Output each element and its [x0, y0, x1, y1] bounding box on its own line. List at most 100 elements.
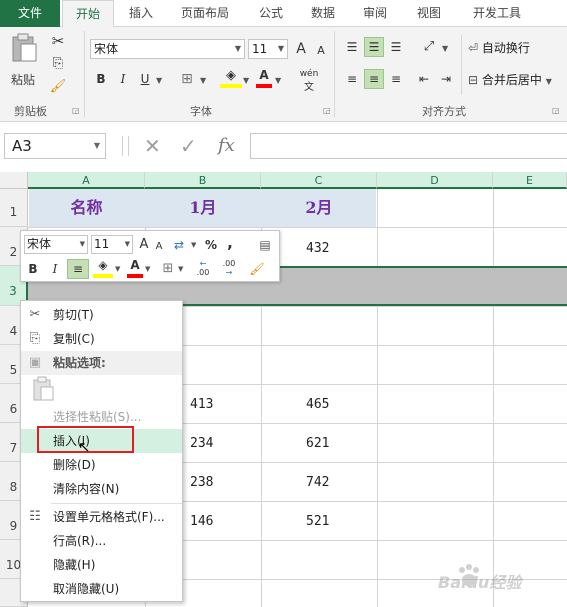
menu-item-hide[interactable]: 隐藏(H) [21, 553, 182, 577]
column-header-e[interactable]: E [493, 172, 567, 189]
tab-file[interactable]: 文件 [0, 0, 60, 27]
paste-option-icon[interactable] [32, 376, 54, 402]
format-painter-icon[interactable]: 🖌 [48, 77, 68, 97]
grid-line [377, 189, 378, 607]
chevron-down-icon[interactable]: ▼ [200, 76, 206, 85]
menu-item-delete[interactable]: 删除(D) [21, 453, 182, 477]
cell-c8[interactable]: 742 [306, 473, 329, 493]
chevron-down-icon[interactable]: ▼ [145, 265, 150, 273]
font-size-select[interactable]: 11 ▼ [248, 39, 288, 59]
bold-button[interactable]: B [92, 69, 110, 89]
underline-button[interactable]: U [136, 69, 154, 89]
decrease-indent-icon[interactable]: ⇤ [414, 69, 434, 89]
cell-b8[interactable]: 238 [190, 473, 213, 493]
align-bottom-icon[interactable]: ☰ [386, 37, 406, 57]
mini-shrink-font-button[interactable]: A [153, 237, 165, 257]
column-header-c[interactable]: C [261, 172, 377, 189]
mini-bold-button[interactable]: B [25, 259, 41, 279]
mini-font-name-select[interactable]: 宋体 ▼ [24, 235, 88, 254]
cell-b9[interactable]: 146 [190, 512, 213, 532]
orientation-icon[interactable]: ⤢ [418, 37, 440, 57]
cell-a1[interactable]: 名称 [28, 189, 145, 227]
cut-icon[interactable]: ✂ [48, 31, 68, 51]
cell-b6[interactable]: 413 [190, 395, 213, 415]
mini-borders-icon[interactable]: ⊞ [159, 259, 177, 279]
grow-font-button[interactable]: A [293, 39, 309, 59]
fill-color-icon[interactable]: ◈ [220, 67, 242, 88]
menu-item-clear-contents[interactable]: 清除内容(N) [21, 477, 182, 501]
mini-font-color-button[interactable]: A [127, 257, 143, 278]
font-color-button[interactable]: A [256, 67, 272, 88]
tab-page-layout[interactable]: 页面布局 [170, 0, 240, 27]
increase-indent-icon[interactable]: ⇥ [436, 69, 456, 89]
align-center-icon[interactable]: ≡ [364, 69, 384, 89]
increase-decimal-button[interactable]: ← .00 [191, 259, 215, 279]
borders-icon[interactable]: ⊞ [176, 69, 198, 89]
dialog-launcher-icon[interactable]: ◲ [72, 106, 80, 115]
menu-item-copy[interactable]: ⎘ 复制(C) [21, 327, 182, 351]
row-header-1[interactable]: 1 [0, 189, 28, 227]
column-header-b[interactable]: B [145, 172, 261, 189]
dialog-launcher-icon[interactable]: ◲ [552, 106, 560, 115]
cancel-icon[interactable]: ✕ [144, 133, 161, 159]
tab-home[interactable]: 开始 [62, 0, 114, 28]
cell-b1[interactable]: 1月 [145, 189, 261, 227]
insert-function-icon[interactable]: fx [218, 133, 235, 159]
enter-icon[interactable]: ✓ [180, 133, 197, 159]
column-header-a[interactable]: A [28, 172, 145, 189]
tab-review[interactable]: 审阅 [352, 0, 398, 27]
cell-b7[interactable]: 234 [190, 434, 213, 454]
ribbon-separator [461, 35, 462, 95]
shrink-font-button[interactable]: A [313, 41, 329, 61]
tab-developer[interactable]: 开发工具 [462, 0, 532, 27]
chevron-down-icon[interactable]: ▼ [442, 44, 448, 53]
chevron-down-icon[interactable]: ▼ [178, 265, 183, 273]
table-format-icon[interactable]: ▤ [255, 235, 275, 255]
comma-button[interactable]: , [223, 233, 237, 253]
formula-bar: A3 ▼ ✕ ✓ fx [0, 122, 567, 172]
mini-font-size-select[interactable]: 11 ▼ [91, 235, 133, 254]
decrease-decimal-button[interactable]: .00 → [217, 259, 241, 279]
chevron-down-icon[interactable]: ▼ [115, 265, 120, 273]
tab-view[interactable]: 视图 [406, 0, 452, 27]
cell-c7[interactable]: 621 [306, 434, 329, 454]
phonetic-guide-button[interactable]: wén 文 [296, 67, 322, 93]
mini-italic-button[interactable]: I [47, 259, 63, 279]
chevron-down-icon[interactable]: ▼ [191, 241, 196, 249]
align-right-icon[interactable]: ≡ [386, 69, 406, 89]
tab-formulas[interactable]: 公式 [248, 0, 294, 27]
wrap-text-button[interactable]: ⏎ 自动换行 [468, 38, 530, 58]
mini-grow-font-button[interactable]: A [137, 235, 151, 255]
paste-button[interactable]: 粘贴 [8, 33, 42, 89]
cell-c2[interactable]: 432 [306, 239, 329, 259]
tab-data[interactable]: 数据 [300, 0, 346, 27]
select-all-corner[interactable] [0, 172, 28, 189]
tab-insert[interactable]: 插入 [118, 0, 164, 27]
menu-item-unhide[interactable]: 取消隐藏(U) [21, 577, 182, 601]
cell-c1[interactable]: 2月 [261, 189, 377, 227]
formula-input[interactable] [250, 133, 567, 159]
mini-format-painter-icon[interactable]: 🖌 [247, 259, 267, 279]
name-box[interactable]: A3 ▼ [4, 133, 106, 159]
mini-center-align-icon[interactable]: ≡ [67, 259, 89, 279]
menu-item-format-cells[interactable]: ☷ 设置单元格格式(F)... [21, 505, 182, 529]
mini-fill-color-icon[interactable]: ◈ [93, 257, 113, 278]
dialog-launcher-icon[interactable]: ◲ [323, 106, 331, 115]
chevron-down-icon[interactable]: ▼ [156, 76, 162, 85]
percent-button[interactable]: % [203, 235, 219, 255]
align-left-icon[interactable]: ≡ [342, 69, 362, 89]
align-middle-icon[interactable]: ☰ [364, 37, 384, 57]
chevron-down-icon[interactable]: ▼ [243, 76, 249, 85]
merge-center-button[interactable]: ⊟ 合并后居中 ▼ [468, 70, 552, 90]
chevron-down-icon[interactable]: ▼ [275, 76, 281, 85]
column-header-d[interactable]: D [377, 172, 493, 189]
align-top-icon[interactable]: ☰ [342, 37, 362, 57]
cell-c9[interactable]: 521 [306, 512, 329, 532]
menu-item-row-height[interactable]: 行高(R)... [21, 529, 182, 553]
number-format-icon[interactable]: ⇄ [169, 235, 189, 255]
menu-item-cut[interactable]: ✂ 剪切(T) [21, 303, 182, 327]
cell-c6[interactable]: 465 [306, 395, 329, 415]
font-name-select[interactable]: 宋体 ▼ [90, 39, 245, 59]
copy-icon[interactable]: ⎘ [48, 54, 68, 74]
italic-button[interactable]: I [114, 69, 132, 89]
